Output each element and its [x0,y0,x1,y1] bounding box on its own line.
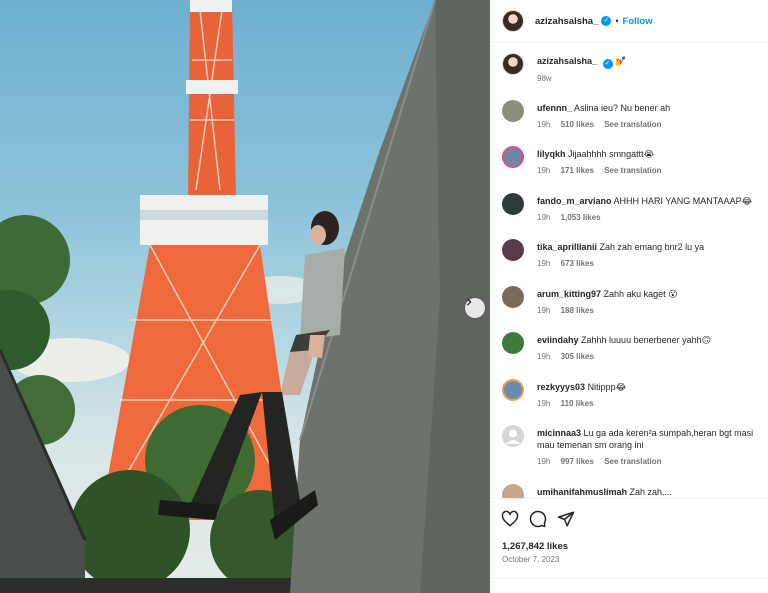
comment-avatar[interactable] [502,239,524,261]
photo-illustration [0,0,490,593]
caption-text: azizahsalsha_ ✓ 💅 98w [537,55,768,85]
default-avatar-icon [505,429,521,444]
comment-likes[interactable]: 510 likes [561,120,594,129]
comment-avatar[interactable] [502,425,524,447]
comment-likes[interactable]: 997 likes [561,457,594,466]
verified-badge-icon: ✓ [601,16,612,26]
comment-text: Aslina ieu? Nu bener ah [574,103,671,113]
comment-avatar[interactable] [502,484,524,498]
post-header: azizahsalsha_ ✓ • Follow [490,0,768,43]
comment-likes[interactable]: 171 likes [561,166,594,175]
comment-age: 19h [537,306,551,315]
share-icon[interactable] [557,510,575,528]
comment-text: Zahhh luuuu benerbener yahh🙃 [581,335,712,345]
comment-likes[interactable]: 1,053 likes [561,213,601,222]
comment-text: AHHH HARI YANG MANTAAAP😂 [613,196,753,206]
verified-badge-icon: ✓ [602,59,613,69]
comment-age: 19h [537,399,551,408]
see-translation-link[interactable]: See translation [604,120,661,129]
heart-icon[interactable] [501,510,519,528]
comment-username[interactable]: umihanifahmuslimah [537,487,627,497]
comment-avatar[interactable] [502,379,524,401]
comment-username[interactable]: arum_kitting97 [537,289,601,299]
comment-username[interactable]: tika_aprillianii [537,242,597,252]
comment-text: Nitippp😂 [587,382,627,392]
comments-list[interactable]: azizahsalsha_ ✓ 💅 98w ufennn_ Aslina ieu… [490,43,768,498]
chevron-right-icon [466,298,472,306]
likes-count[interactable]: 1,267,842 likes [502,541,568,552]
comment-text: Jijaahhhh smngattt😭 [568,149,655,159]
post-date: October 7, 2023 [502,555,560,564]
comment-username[interactable]: micinnaa3 [537,428,581,438]
comment-avatar[interactable] [502,286,524,308]
see-translation-link[interactable]: See translation [604,457,661,466]
comment-username[interactable]: fando_m_arviano [537,196,612,206]
author-avatar[interactable] [502,10,524,32]
caption-meta: 98w [537,73,768,85]
comment-age: 19h [537,457,551,466]
comment-age: 19h [537,352,551,361]
comment-likes[interactable]: 673 likes [561,259,594,268]
comment-likes[interactable]: 305 likes [561,352,594,361]
next-slide-button[interactable] [465,298,485,318]
comment-username[interactable]: lilyqkh [537,149,566,159]
comment-username[interactable]: eviindahy [537,335,579,345]
comment-likes[interactable]: 110 likes [561,399,594,408]
comment-avatar[interactable] [502,146,524,168]
comment-likes[interactable]: 188 likes [561,306,594,315]
comment-avatar[interactable] [502,332,524,354]
caption-avatar[interactable] [502,53,524,75]
separator-dot: • [615,16,619,26]
add-comment-area[interactable] [490,578,768,593]
follow-button[interactable]: Follow [623,16,653,27]
comment-text: Zah zah.... [629,487,673,497]
author-username[interactable]: azizahsalsha_ [535,16,598,27]
comment-text: Zahh aku kaget 😮 [603,289,678,299]
comment-username[interactable]: ufennn_ [537,103,572,113]
post-photo [0,0,490,593]
comment-age: 19h [537,120,551,129]
caption-emoji: 💅 [615,56,627,66]
caption-username[interactable]: azizahsalsha_ [537,56,597,66]
comment-age: 19h [537,166,551,175]
comment-age: 19h [537,213,551,222]
comment-avatar[interactable] [502,193,524,215]
caption-age: 98w [537,74,552,83]
comment-username[interactable]: rezkyyys03 [537,382,585,392]
comment-icon[interactable] [529,510,547,528]
see-translation-link[interactable]: See translation [604,166,661,175]
post-details-panel: azizahsalsha_ ✓ • Follow azizahsalsha_ ✓… [490,0,768,593]
comment-avatar[interactable] [502,100,524,122]
comment-age: 19h [537,259,551,268]
comment-text: Zah zah emang bnr2 lu ya [599,242,705,252]
